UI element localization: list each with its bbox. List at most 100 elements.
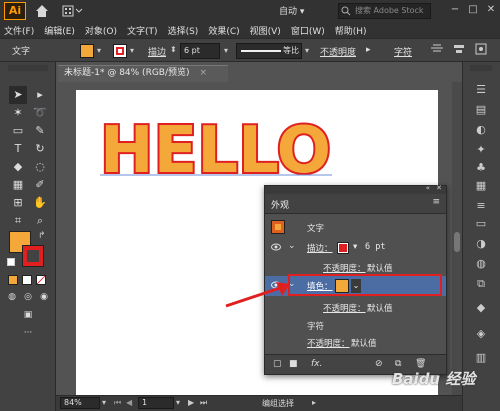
- status-menu-icon[interactable]: ▸: [312, 398, 316, 407]
- collapse-icon[interactable]: «: [426, 184, 430, 192]
- draw-normal-icon[interactable]: ◍: [5, 290, 19, 304]
- gradient-panel-icon[interactable]: ▭: [473, 216, 489, 232]
- pathfinder-panel-icon[interactable]: ◈: [473, 326, 489, 342]
- draw-inside-icon[interactable]: ◉: [37, 290, 51, 304]
- next-artboard-icon[interactable]: ▶: [188, 398, 194, 407]
- menu-effect[interactable]: 效果(C): [208, 24, 239, 37]
- screen-mode-icon[interactable]: ▣: [20, 308, 36, 322]
- zoom-tool-icon[interactable]: ⌕: [31, 212, 49, 230]
- magic-wand-icon[interactable]: ✶: [9, 104, 27, 122]
- artboard-tool-icon[interactable]: ⊞: [9, 194, 27, 212]
- add-effect-button[interactable]: fx.: [311, 359, 322, 369]
- chevron-down-icon[interactable]: ▾: [97, 46, 101, 55]
- type-tool-icon[interactable]: T: [9, 140, 27, 158]
- stroke-weight-input[interactable]: 6 pt: [180, 43, 220, 59]
- layers-panel-icon[interactable]: ⧉: [473, 276, 489, 292]
- opacity-row-label[interactable]: 不透明度：: [323, 302, 366, 314]
- home-icon[interactable]: [34, 3, 50, 19]
- menu-file[interactable]: 文件(F): [4, 24, 34, 37]
- maximize-button[interactable]: □: [466, 3, 480, 17]
- appearance-row-object[interactable]: 文字: [265, 218, 446, 237]
- eraser-tool-icon[interactable]: ◆: [9, 158, 27, 176]
- artboard-number-input[interactable]: 1: [138, 397, 174, 409]
- transparency-panel-icon[interactable]: ◑: [473, 236, 489, 252]
- workspace-switcher[interactable]: 自动 ▾: [279, 4, 319, 18]
- minimize-button[interactable]: −: [448, 3, 462, 17]
- previous-artboard-icon[interactable]: ◀: [126, 398, 132, 407]
- stroke-row-label[interactable]: 描边：: [307, 242, 333, 254]
- arrange-documents-icon[interactable]: [62, 4, 84, 18]
- transform-icon[interactable]: [474, 42, 488, 56]
- opacity-row-label[interactable]: 不透明度：: [307, 337, 350, 349]
- appearance-row-stroke[interactable]: ⌄ 描边： ▾ 6 pt: [265, 238, 446, 257]
- stroke-row-swatch[interactable]: [337, 242, 349, 254]
- symbols-panel-icon[interactable]: ♣: [473, 160, 489, 176]
- hand-tool-icon[interactable]: ✋: [31, 194, 49, 212]
- eye-icon[interactable]: [271, 243, 281, 251]
- stroke-label[interactable]: 描边: [148, 45, 166, 58]
- graphic-styles-panel-icon[interactable]: ▦: [473, 178, 489, 194]
- stroke-panel-icon[interactable]: ≡: [473, 198, 489, 214]
- none-mode-icon[interactable]: [36, 275, 46, 285]
- stepper-arrows-icon[interactable]: ⬍: [170, 45, 177, 54]
- line-style-dropdown[interactable]: 等比: [236, 43, 302, 59]
- scroll-thumb[interactable]: [454, 232, 460, 252]
- document-tab[interactable]: 未标题-1* @ 84% (RGB/预览) ×: [58, 65, 228, 82]
- stroke-swatch[interactable]: [113, 44, 127, 58]
- vertical-scrollbar[interactable]: [452, 82, 462, 395]
- color-panel-icon[interactable]: ◐: [473, 122, 489, 138]
- chevron-down-icon[interactable]: ▾: [130, 46, 134, 55]
- gradient-mode-icon[interactable]: [22, 275, 32, 285]
- hello-text-object[interactable]: HELLO: [96, 112, 346, 182]
- rotate-tool-icon[interactable]: ↻: [31, 140, 49, 158]
- menu-edit[interactable]: 编辑(E): [44, 24, 75, 37]
- fill-swatch[interactable]: [80, 44, 94, 58]
- zoom-dropdown[interactable]: 84%: [60, 397, 100, 409]
- chevron-down-icon[interactable]: ▾: [176, 398, 180, 407]
- tab-close-button[interactable]: ×: [200, 68, 208, 78]
- panel-menu-icon[interactable]: ≡: [432, 197, 440, 207]
- menu-view[interactable]: 视图(V): [250, 24, 281, 37]
- paintbrush-tool-icon[interactable]: ✎: [31, 122, 49, 140]
- menu-object[interactable]: 对象(O): [85, 24, 117, 37]
- warp-tool-icon[interactable]: ◌: [31, 158, 49, 176]
- default-colors-icon[interactable]: [7, 258, 15, 266]
- appearance-panel-icon[interactable]: ◍: [473, 256, 489, 272]
- menu-type[interactable]: 文字(T): [127, 24, 158, 37]
- align-panel-icon[interactable]: ▥: [473, 350, 489, 366]
- libraries-panel-icon[interactable]: ▤: [473, 102, 489, 118]
- dock-grip[interactable]: [470, 65, 492, 71]
- clear-appearance-icon[interactable]: ⊘: [375, 359, 383, 369]
- add-fill-icon[interactable]: ■: [289, 359, 298, 369]
- menu-help[interactable]: 帮助(H): [335, 24, 367, 37]
- properties-panel-icon[interactable]: ☰: [473, 82, 489, 98]
- draw-behind-icon[interactable]: ◎: [21, 290, 35, 304]
- chevron-down-icon[interactable]: ▾: [353, 242, 357, 252]
- toolbar-grip[interactable]: [8, 65, 48, 71]
- color-mode-icon[interactable]: [8, 275, 18, 285]
- direct-selection-tool-icon[interactable]: ▸: [31, 86, 49, 104]
- close-button[interactable]: ✕: [484, 3, 498, 17]
- character-link[interactable]: 字符: [394, 45, 412, 58]
- selection-tool-icon[interactable]: ➤: [9, 86, 27, 104]
- chevron-down-icon[interactable]: ⌄: [288, 241, 296, 251]
- eyedropper-tool-icon[interactable]: ✐: [31, 176, 49, 194]
- menu-select[interactable]: 选择(S): [168, 24, 199, 37]
- chevron-down-icon[interactable]: ▾: [102, 398, 106, 407]
- rectangle-tool-icon[interactable]: ▭: [9, 122, 27, 140]
- first-artboard-icon[interactable]: ⏮: [114, 398, 121, 408]
- brushes-panel-icon[interactable]: ✦: [473, 142, 489, 158]
- align-center-icon[interactable]: [430, 42, 444, 56]
- opacity-label[interactable]: 不透明度: [320, 45, 356, 58]
- align-icon[interactable]: [452, 42, 466, 56]
- stock-search-input[interactable]: 搜索 Adobe Stock: [338, 3, 431, 19]
- gradient-tool-icon[interactable]: ▦: [9, 176, 27, 194]
- chevron-down-icon[interactable]: ▾: [305, 46, 309, 55]
- stroke-color-box[interactable]: [22, 245, 44, 267]
- menu-window[interactable]: 窗口(W): [291, 24, 325, 37]
- opacity-row-label[interactable]: 不透明度：: [323, 262, 366, 274]
- panel-title[interactable]: 外观: [271, 198, 289, 211]
- opacity-dropdown[interactable]: ▸: [366, 45, 371, 55]
- add-stroke-icon[interactable]: ▢: [273, 359, 282, 369]
- last-artboard-icon[interactable]: ⏭: [200, 398, 207, 408]
